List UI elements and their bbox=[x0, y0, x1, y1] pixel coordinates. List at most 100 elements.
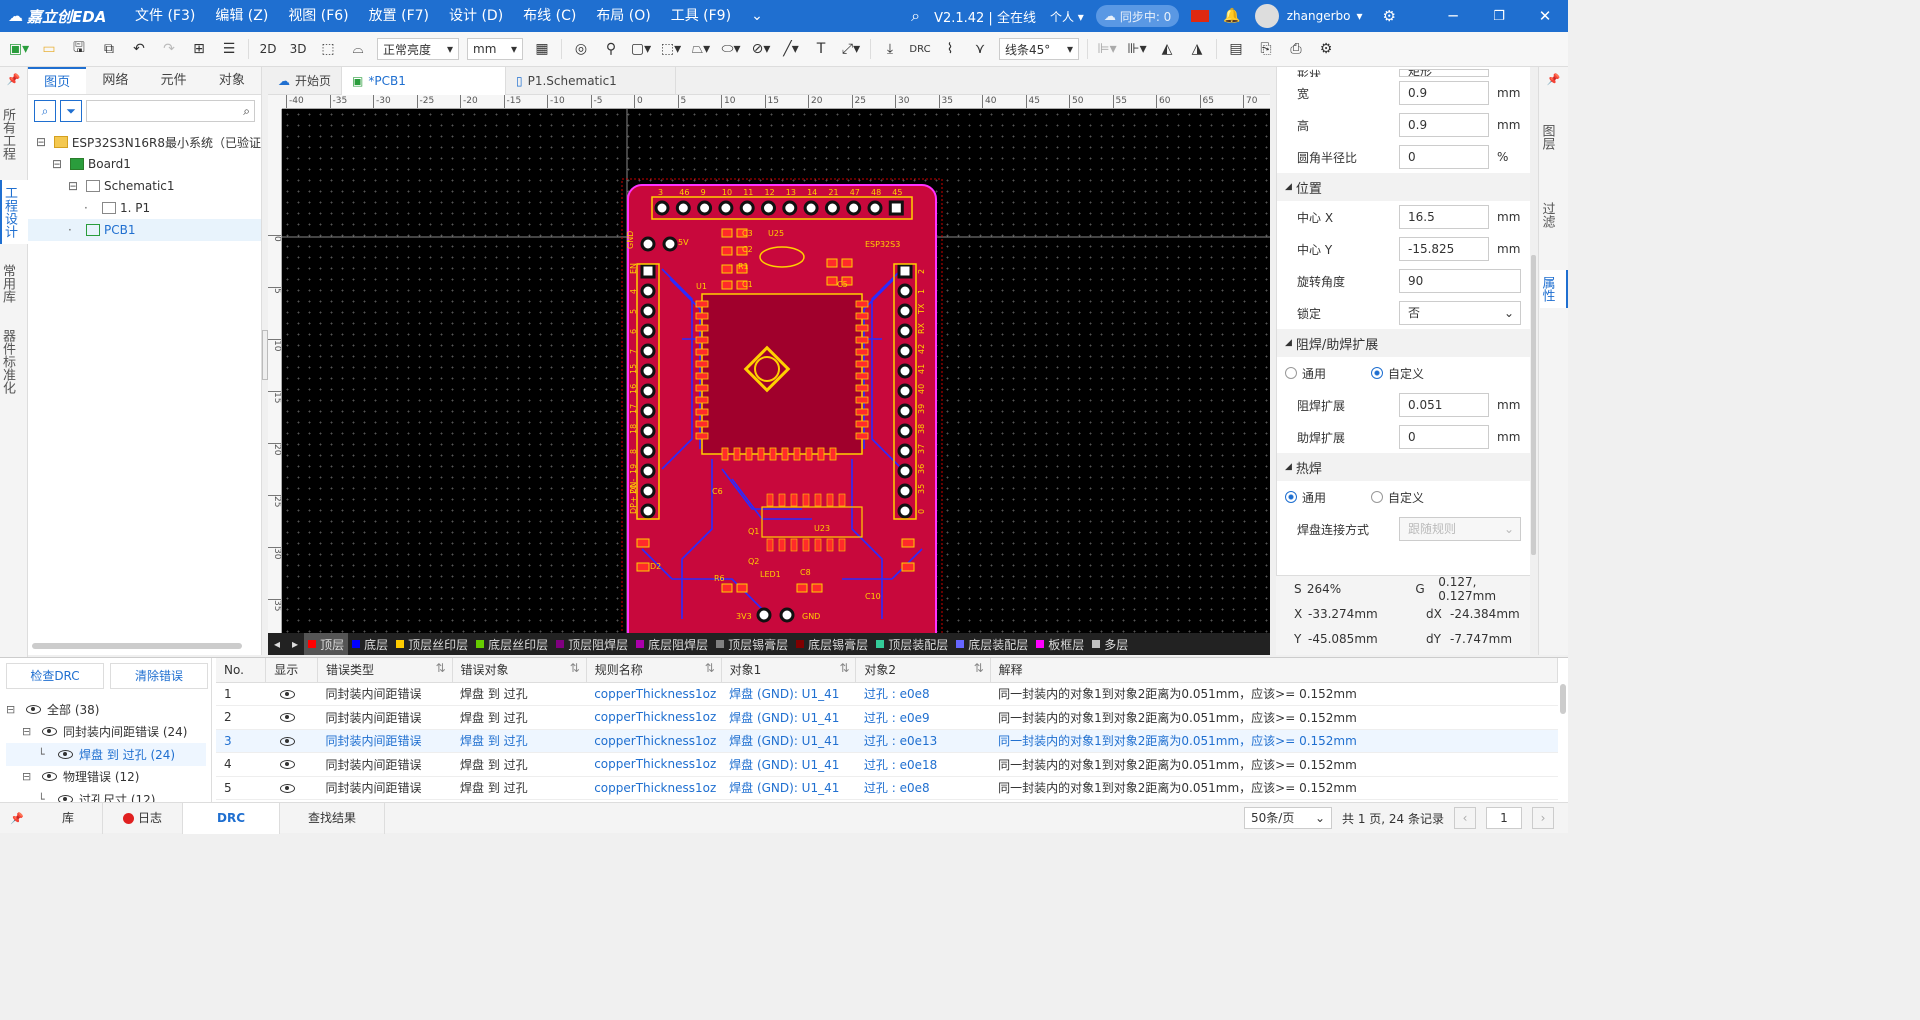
tree-toggle-icon[interactable]: ⊟ bbox=[36, 135, 50, 149]
header-pad[interactable] bbox=[640, 363, 656, 379]
header-pad[interactable] bbox=[897, 483, 913, 499]
rect-select-icon[interactable]: ▢▾ bbox=[626, 35, 656, 63]
menu-item[interactable]: 放置 (F7) bbox=[359, 0, 439, 32]
header-pad[interactable] bbox=[897, 343, 913, 359]
header-pad[interactable] bbox=[897, 443, 913, 459]
tab-filter[interactable]: 过滤 bbox=[1540, 196, 1568, 234]
menu-item[interactable]: 布线 (C) bbox=[513, 0, 586, 32]
avatar[interactable] bbox=[1254, 4, 1279, 28]
tab-components[interactable]: 元件 bbox=[145, 67, 203, 94]
layer-toggle[interactable]: 顶层锡膏层 bbox=[712, 633, 792, 655]
zoom-fit-icon[interactable]: ⬚ bbox=[313, 35, 343, 63]
sync-status-badge[interactable]: ☁ 同步中: 0 bbox=[1095, 5, 1180, 27]
menu-item[interactable]: 布局 (O) bbox=[586, 0, 660, 32]
layer-scroll-right-icon[interactable]: ▸ bbox=[286, 637, 304, 651]
drc-button[interactable]: DRC bbox=[905, 35, 935, 63]
sort-icon[interactable]: ⇅ bbox=[705, 661, 715, 675]
align-icon[interactable]: ⊫▾ bbox=[1092, 35, 1122, 63]
doc-tab[interactable]: ▯ P1.Schematic1 bbox=[506, 67, 676, 95]
tab-all-projects[interactable]: 所有工程 bbox=[0, 102, 28, 166]
via-icon[interactable]: ⚲ bbox=[596, 35, 626, 63]
table-row[interactable]: 3 同封装内间距错误 焊盘 到 过孔 copperThickness1oz 焊盘 (GN… bbox=[216, 729, 1558, 753]
search-input[interactable]: ⌕ bbox=[86, 100, 255, 122]
tree-item[interactable]: · PCB1 bbox=[28, 219, 261, 241]
thermal-general-radio[interactable]: 通用 bbox=[1285, 489, 1371, 506]
dimension-icon[interactable]: ⤢▾ bbox=[836, 35, 866, 63]
layer-scroll-left-icon[interactable]: ◂ bbox=[268, 637, 286, 651]
mask-exp-input[interactable]: 0.051 bbox=[1399, 393, 1489, 417]
check-drc-button[interactable]: 检查DRC bbox=[6, 663, 104, 689]
header-pad[interactable] bbox=[640, 403, 656, 419]
flip-vertical-icon[interactable]: ◮ bbox=[1182, 35, 1212, 63]
header-pad[interactable] bbox=[897, 363, 913, 379]
bom-icon[interactable]: ▤ bbox=[1221, 35, 1251, 63]
header-pad[interactable] bbox=[846, 200, 862, 216]
center-x-input[interactable]: 16.5 bbox=[1399, 205, 1489, 229]
pcb-canvas[interactable]: U25 ESP32S3 U1 C3 C2 R1 C1 C5 U23 Q1 Q2 … bbox=[282, 109, 1270, 633]
radius-input[interactable]: 0 bbox=[1399, 145, 1489, 169]
per-page-select[interactable]: 50条/页 ⌄ bbox=[1244, 807, 1333, 829]
width-input[interactable]: 0.9 bbox=[1399, 81, 1489, 105]
visibility-eye-icon[interactable] bbox=[42, 727, 57, 737]
header-pad[interactable] bbox=[803, 200, 819, 216]
column-header[interactable]: No. bbox=[216, 658, 267, 683]
brightness-select[interactable]: 正常亮度 ▾ bbox=[377, 38, 459, 60]
layer-toggle[interactable]: 顶层丝印层 bbox=[392, 633, 472, 655]
tab-layers[interactable]: 图层 bbox=[1540, 118, 1568, 156]
search-icon[interactable]: ⌕ bbox=[34, 100, 56, 122]
tab-common-library[interactable]: 常用库 bbox=[0, 258, 28, 309]
header-pad[interactable] bbox=[888, 200, 904, 216]
new-project-icon[interactable]: ▣▾ bbox=[4, 35, 34, 63]
header-pad[interactable] bbox=[675, 200, 691, 216]
text-icon[interactable]: T bbox=[806, 35, 836, 63]
menu-item[interactable]: 工具 (F9) bbox=[661, 0, 741, 32]
tab-pages[interactable]: 图页 bbox=[28, 67, 87, 94]
drc-tree-item[interactable]: ⊟ 物理错误 (12) bbox=[6, 766, 206, 789]
clear-errors-button[interactable]: 清除错误 bbox=[110, 663, 208, 689]
column-header[interactable]: 错误类型 ⇅ bbox=[317, 658, 453, 683]
header-pad[interactable] bbox=[824, 200, 840, 216]
column-header[interactable]: 规则名称 ⇅ bbox=[586, 658, 722, 683]
sort-icon[interactable]: ⇅ bbox=[974, 661, 984, 675]
filter-icon[interactable]: ⏷ bbox=[60, 100, 82, 122]
fabricate-icon[interactable]: ⎙ bbox=[1281, 35, 1311, 63]
sort-icon[interactable]: ⇅ bbox=[435, 661, 445, 675]
import-icon[interactable]: ⤓ bbox=[875, 35, 905, 63]
ellipse-icon[interactable]: ⬭▾ bbox=[716, 35, 746, 63]
grid-layout-icon[interactable]: ⊞ bbox=[184, 35, 214, 63]
language-flag-icon[interactable] bbox=[1191, 10, 1210, 22]
table-row[interactable]: 2 同封装内间距错误 焊盘 到 过孔 copperThickness1oz 焊盘 (GN… bbox=[216, 705, 1558, 730]
height-input[interactable]: 0.9 bbox=[1399, 113, 1489, 137]
rotation-input[interactable]: 90 bbox=[1399, 269, 1521, 293]
header-pad[interactable] bbox=[640, 443, 656, 459]
column-header[interactable]: 错误对象 ⇅ bbox=[452, 658, 587, 683]
header-pad[interactable] bbox=[867, 200, 883, 216]
header-pad[interactable] bbox=[897, 503, 913, 519]
pin-icon[interactable]: 📌 bbox=[0, 67, 27, 92]
thermal-custom-radio[interactable]: 自定义 bbox=[1371, 489, 1457, 506]
sort-icon[interactable]: ⇅ bbox=[839, 661, 849, 675]
header-pad[interactable] bbox=[897, 463, 913, 479]
header-pad[interactable] bbox=[640, 483, 656, 499]
layer-toggle[interactable]: 底层 bbox=[348, 633, 392, 655]
diff-pair-icon[interactable]: ⋎ bbox=[965, 35, 995, 63]
page-number-input[interactable]: 1 bbox=[1486, 807, 1522, 829]
account-type-select[interactable]: 个人 ▾ bbox=[1050, 8, 1084, 25]
header-pad[interactable] bbox=[782, 200, 798, 216]
column-header[interactable]: 对象1 ⇅ bbox=[721, 658, 857, 683]
next-page-button[interactable]: › bbox=[1532, 807, 1554, 829]
column-header[interactable]: 显示 bbox=[265, 658, 318, 683]
lasso-select-icon[interactable]: ⬚▾ bbox=[656, 35, 686, 63]
header-pad[interactable] bbox=[640, 423, 656, 439]
header-pad[interactable] bbox=[697, 200, 713, 216]
maximize-button[interactable]: ❐ bbox=[1476, 9, 1522, 24]
pin-icon[interactable]: 📌 bbox=[1539, 67, 1568, 92]
table-row[interactable]: 5 同封装内间距错误 焊盘 到 过孔 copperThickness1oz 焊盘 (GN… bbox=[216, 776, 1558, 800]
header-pad[interactable] bbox=[897, 383, 913, 399]
header-pad[interactable] bbox=[640, 343, 656, 359]
search-icon[interactable]: ⌕ bbox=[911, 6, 920, 26]
layer-toggle[interactable]: 顶层阻焊层 bbox=[552, 633, 632, 655]
tab-objects[interactable]: 对象 bbox=[203, 67, 261, 94]
layer-toggle[interactable]: 板框层 bbox=[1032, 633, 1088, 655]
open-folder-icon[interactable]: ▭ bbox=[34, 35, 64, 63]
